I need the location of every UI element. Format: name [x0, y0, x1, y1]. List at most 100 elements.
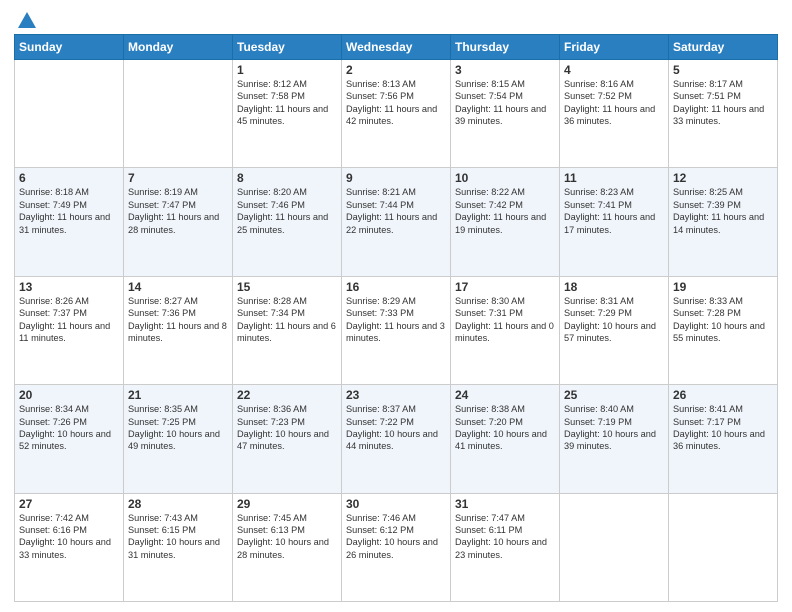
cell-content: Sunrise: 8:38 AMSunset: 7:20 PMDaylight:…	[455, 404, 547, 451]
calendar-cell: 7 Sunrise: 8:19 AMSunset: 7:47 PMDaylight…	[124, 168, 233, 276]
day-number: 5	[673, 63, 773, 77]
cell-content: Sunrise: 8:17 AMSunset: 7:51 PMDaylight:…	[673, 79, 764, 126]
cell-content: Sunrise: 8:29 AMSunset: 7:33 PMDaylight:…	[346, 296, 445, 343]
cell-content: Sunrise: 8:23 AMSunset: 7:41 PMDaylight:…	[564, 187, 655, 234]
day-number: 13	[19, 280, 119, 294]
calendar-cell: 18 Sunrise: 8:31 AMSunset: 7:29 PMDayligh…	[560, 276, 669, 384]
weekday-header-saturday: Saturday	[669, 35, 778, 60]
day-number: 4	[564, 63, 664, 77]
weekday-header-wednesday: Wednesday	[342, 35, 451, 60]
cell-content: Sunrise: 8:36 AMSunset: 7:23 PMDaylight:…	[237, 404, 329, 451]
calendar-cell: 26 Sunrise: 8:41 AMSunset: 7:17 PMDayligh…	[669, 385, 778, 493]
calendar-cell: 14 Sunrise: 8:27 AMSunset: 7:36 PMDayligh…	[124, 276, 233, 384]
cell-content: Sunrise: 8:19 AMSunset: 7:47 PMDaylight:…	[128, 187, 219, 234]
day-number: 1	[237, 63, 337, 77]
calendar-cell: 21 Sunrise: 8:35 AMSunset: 7:25 PMDayligh…	[124, 385, 233, 493]
cell-content: Sunrise: 8:28 AMSunset: 7:34 PMDaylight:…	[237, 296, 336, 343]
calendar-cell	[560, 493, 669, 601]
day-number: 30	[346, 497, 446, 511]
calendar-cell: 4 Sunrise: 8:16 AMSunset: 7:52 PMDaylight…	[560, 60, 669, 168]
day-number: 7	[128, 171, 228, 185]
weekday-header-tuesday: Tuesday	[233, 35, 342, 60]
day-number: 24	[455, 388, 555, 402]
page: SundayMondayTuesdayWednesdayThursdayFrid…	[0, 0, 792, 612]
cell-content: Sunrise: 8:30 AMSunset: 7:31 PMDaylight:…	[455, 296, 554, 343]
day-number: 23	[346, 388, 446, 402]
cell-content: Sunrise: 7:47 AMSunset: 6:11 PMDaylight:…	[455, 513, 547, 560]
calendar-cell	[124, 60, 233, 168]
cell-content: Sunrise: 8:37 AMSunset: 7:22 PMDaylight:…	[346, 404, 438, 451]
calendar-cell: 16 Sunrise: 8:29 AMSunset: 7:33 PMDayligh…	[342, 276, 451, 384]
calendar-cell: 23 Sunrise: 8:37 AMSunset: 7:22 PMDayligh…	[342, 385, 451, 493]
calendar-cell	[669, 493, 778, 601]
calendar-cell: 8 Sunrise: 8:20 AMSunset: 7:46 PMDaylight…	[233, 168, 342, 276]
day-number: 11	[564, 171, 664, 185]
cell-content: Sunrise: 8:41 AMSunset: 7:17 PMDaylight:…	[673, 404, 765, 451]
calendar-cell: 6Sunrise: 8:18 AMSunset: 7:49 PMDaylight…	[15, 168, 124, 276]
cell-content: Sunrise: 8:20 AMSunset: 7:46 PMDaylight:…	[237, 187, 328, 234]
day-number: 21	[128, 388, 228, 402]
day-number: 20	[19, 388, 119, 402]
calendar-cell: 19 Sunrise: 8:33 AMSunset: 7:28 PMDayligh…	[669, 276, 778, 384]
cell-content: Sunrise: 7:42 AMSunset: 6:16 PMDaylight:…	[19, 513, 111, 560]
cell-content: Sunrise: 8:33 AMSunset: 7:28 PMDaylight:…	[673, 296, 765, 343]
cell-content: Sunrise: 7:45 AMSunset: 6:13 PMDaylight:…	[237, 513, 329, 560]
calendar-cell: 9Sunrise: 8:21 AMSunset: 7:44 PMDaylight…	[342, 168, 451, 276]
day-number: 17	[455, 280, 555, 294]
calendar-cell: 5 Sunrise: 8:17 AMSunset: 7:51 PMDaylight…	[669, 60, 778, 168]
cell-content: Sunrise: 8:18 AMSunset: 7:49 PMDaylight:…	[19, 187, 110, 234]
day-number: 25	[564, 388, 664, 402]
day-number: 9	[346, 171, 446, 185]
calendar-cell: 31Sunrise: 7:47 AMSunset: 6:11 PMDayligh…	[451, 493, 560, 601]
cell-content: Sunrise: 8:27 AMSunset: 7:36 PMDaylight:…	[128, 296, 227, 343]
calendar-week-row: 6Sunrise: 8:18 AMSunset: 7:49 PMDaylight…	[15, 168, 778, 276]
calendar-cell: 12Sunrise: 8:25 AMSunset: 7:39 PMDayligh…	[669, 168, 778, 276]
weekday-header-friday: Friday	[560, 35, 669, 60]
calendar-cell: 17 Sunrise: 8:30 AMSunset: 7:31 PMDayligh…	[451, 276, 560, 384]
cell-content: Sunrise: 8:15 AMSunset: 7:54 PMDaylight:…	[455, 79, 546, 126]
calendar-cell: 27Sunrise: 7:42 AMSunset: 6:16 PMDayligh…	[15, 493, 124, 601]
cell-content: Sunrise: 7:43 AMSunset: 6:15 PMDaylight:…	[128, 513, 220, 560]
cell-content: Sunrise: 8:26 AMSunset: 7:37 PMDaylight:…	[19, 296, 110, 343]
cell-content: Sunrise: 8:35 AMSunset: 7:25 PMDaylight:…	[128, 404, 220, 451]
day-number: 14	[128, 280, 228, 294]
calendar-cell: 22Sunrise: 8:36 AMSunset: 7:23 PMDayligh…	[233, 385, 342, 493]
cell-content: Sunrise: 8:13 AMSunset: 7:56 PMDaylight:…	[346, 79, 437, 126]
calendar-header-row: SundayMondayTuesdayWednesdayThursdayFrid…	[15, 35, 778, 60]
day-number: 29	[237, 497, 337, 511]
weekday-header-monday: Monday	[124, 35, 233, 60]
day-number: 19	[673, 280, 773, 294]
calendar-cell: 10 Sunrise: 8:22 AMSunset: 7:42 PMDayligh…	[451, 168, 560, 276]
day-number: 3	[455, 63, 555, 77]
weekday-header-sunday: Sunday	[15, 35, 124, 60]
calendar-cell: 11 Sunrise: 8:23 AMSunset: 7:41 PMDayligh…	[560, 168, 669, 276]
day-number: 8	[237, 171, 337, 185]
calendar-cell: 30 Sunrise: 7:46 AMSunset: 6:12 PMDayligh…	[342, 493, 451, 601]
calendar-cell: 3 Sunrise: 8:15 AMSunset: 7:54 PMDaylight…	[451, 60, 560, 168]
cell-content: Sunrise: 8:16 AMSunset: 7:52 PMDaylight:…	[564, 79, 655, 126]
day-number: 15	[237, 280, 337, 294]
calendar-cell: 15 Sunrise: 8:28 AMSunset: 7:34 PMDayligh…	[233, 276, 342, 384]
calendar-cell: 13 Sunrise: 8:26 AMSunset: 7:37 PMDayligh…	[15, 276, 124, 384]
header	[14, 10, 778, 28]
day-number: 16	[346, 280, 446, 294]
calendar-week-row: 13 Sunrise: 8:26 AMSunset: 7:37 PMDayligh…	[15, 276, 778, 384]
calendar-cell: 2Sunrise: 8:13 AMSunset: 7:56 PMDaylight…	[342, 60, 451, 168]
logo-icon	[16, 10, 38, 32]
cell-content: Sunrise: 8:40 AMSunset: 7:19 PMDaylight:…	[564, 404, 656, 451]
weekday-header-thursday: Thursday	[451, 35, 560, 60]
day-number: 18	[564, 280, 664, 294]
day-number: 10	[455, 171, 555, 185]
calendar-week-row: 1 Sunrise: 8:12 AMSunset: 7:58 PMDaylight…	[15, 60, 778, 168]
calendar-cell: 29 Sunrise: 7:45 AMSunset: 6:13 PMDayligh…	[233, 493, 342, 601]
cell-content: Sunrise: 8:31 AMSunset: 7:29 PMDaylight:…	[564, 296, 656, 343]
day-number: 12	[673, 171, 773, 185]
cell-content: Sunrise: 8:22 AMSunset: 7:42 PMDaylight:…	[455, 187, 546, 234]
cell-content: Sunrise: 8:12 AMSunset: 7:58 PMDaylight:…	[237, 79, 328, 126]
calendar-week-row: 20Sunrise: 8:34 AMSunset: 7:26 PMDayligh…	[15, 385, 778, 493]
logo	[14, 10, 38, 28]
cell-content: Sunrise: 7:46 AMSunset: 6:12 PMDaylight:…	[346, 513, 438, 560]
calendar-week-row: 27Sunrise: 7:42 AMSunset: 6:16 PMDayligh…	[15, 493, 778, 601]
calendar-cell: 24 Sunrise: 8:38 AMSunset: 7:20 PMDayligh…	[451, 385, 560, 493]
day-number: 26	[673, 388, 773, 402]
